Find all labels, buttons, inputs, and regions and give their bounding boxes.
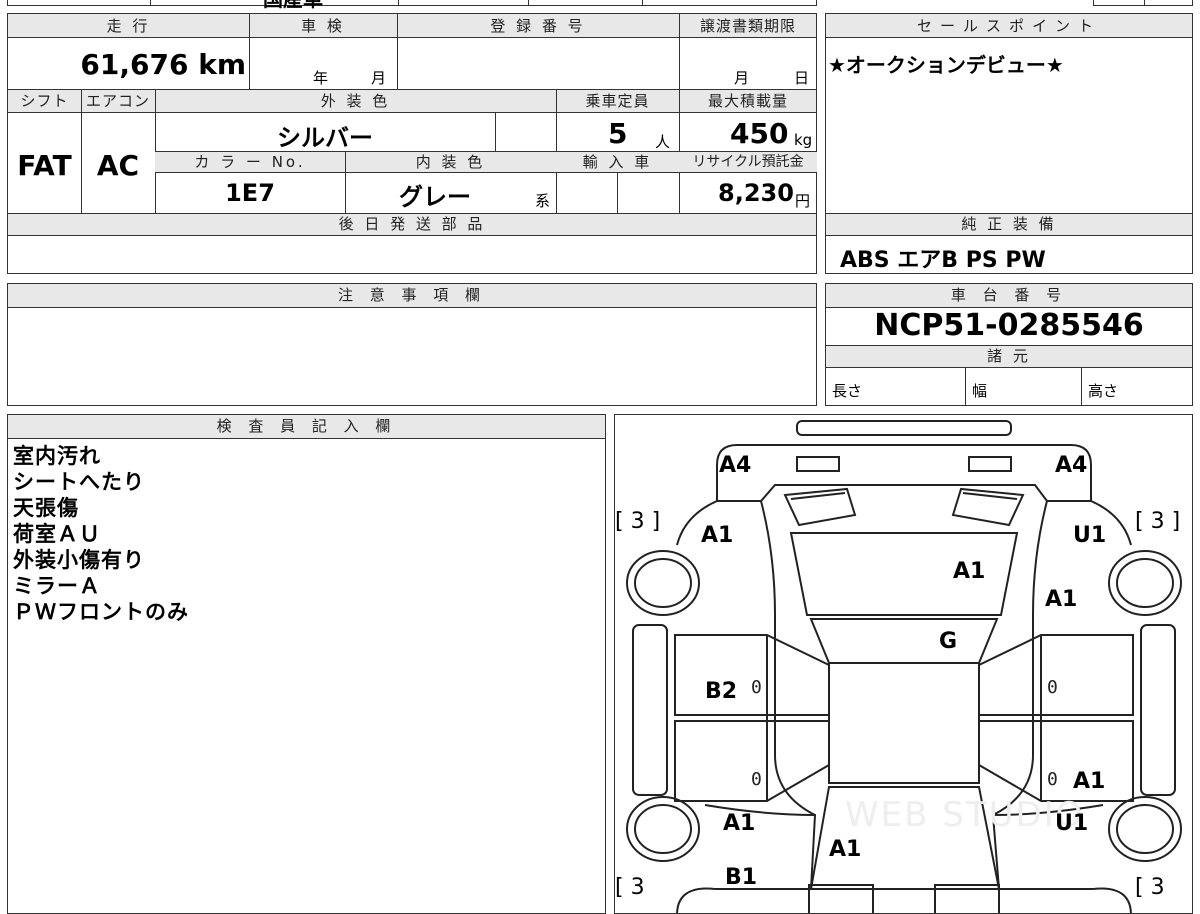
chassis-panel: 車 台 番 号 NCP51-0285546 諸 元 長さ 幅 高さ — [825, 283, 1193, 406]
mileage-value: 61,676 km — [80, 48, 246, 81]
inspection-month-label: 月 — [371, 69, 387, 87]
import-header: 輸 入 車 — [582, 153, 653, 171]
tread-left-front: [ 3 — [615, 875, 645, 900]
tread-left-rear: [ 3 ] — [615, 509, 661, 534]
mark-rear-left: A4 — [719, 453, 752, 478]
equipment-header: 純 正 装 備 — [961, 215, 1057, 233]
recycle-deposit-unit: 円 — [795, 192, 811, 210]
inspection-header: 車 検 — [301, 17, 345, 35]
notes-panel: 注 意 事 項 欄 — [7, 283, 817, 406]
registration-header: 登 録 番 号 — [490, 17, 586, 35]
inspector-header: 検 査 員 記 入 欄 — [8, 415, 605, 439]
top-right-stub — [1093, 0, 1193, 6]
sales-point-text: ★オークションデビュー★ — [828, 53, 1064, 77]
capacity-unit: 人 — [655, 133, 671, 151]
interior-color-value: グレー — [399, 183, 471, 211]
tread-right-front: [ 3 — [1135, 875, 1165, 900]
ac-header: エアコン — [85, 92, 150, 110]
mark-windshield: G — [939, 629, 958, 654]
tread-right-rear: [ 3 ] — [1135, 509, 1181, 534]
interior-color-suffix: 系 — [535, 192, 551, 210]
transfer-month-label: 月 — [734, 69, 750, 87]
ac-value: AC — [96, 149, 140, 182]
top-row-stub: 国産車 — [7, 0, 817, 11]
max-load-unit: kg — [794, 131, 813, 149]
height-label: 高さ — [1088, 382, 1119, 400]
transfer-day-label: 日 — [794, 69, 810, 87]
inspector-note: 荷室ＡＵ — [13, 522, 101, 546]
mark-hood: A1 — [829, 837, 862, 862]
door-zero-mark: 0 — [1047, 677, 1058, 698]
recycle-deposit-value: 8,230 — [718, 179, 794, 207]
mark-left-front-fender: A1 — [723, 811, 756, 836]
car-damage-diagram: WEB STUDIO A4 A4 A1 U1 A1 A1 G B2 A1 A1 … — [614, 414, 1193, 914]
mark-right-front-fender: U1 — [1055, 811, 1089, 836]
shift-header: シフト — [20, 92, 69, 110]
color-no-value: 1E7 — [225, 179, 275, 207]
later-parts-header: 後 日 発 送 部 品 — [338, 215, 486, 233]
max-load-value: 450 — [730, 117, 789, 150]
exterior-color-value: シルバー — [277, 124, 373, 152]
notes-header: 注 意 事 項 欄 — [8, 284, 816, 308]
top-row-partial-text: 国産車 — [263, 0, 323, 12]
equipment-text: ABS エアB PS PW — [840, 248, 1046, 273]
chassis-header: 車 台 番 号 — [826, 284, 1192, 308]
interior-color-header: 内 装 色 — [415, 153, 486, 171]
watermark: WEB STUDIO — [845, 795, 1085, 835]
sales-point-panel: セールスポイント ★オークションデビュー★ 純 正 装 備 ABS エアB PS… — [825, 13, 1193, 274]
mark-rear-right-quarter: U1 — [1073, 523, 1107, 548]
inspector-note: ミラーＡ — [13, 574, 101, 598]
inspector-note: 室内汚れ — [13, 444, 101, 468]
inspection-year-label: 年 — [313, 69, 329, 87]
mark-front-bumper: B1 — [725, 865, 758, 890]
mark-right-front-door: A1 — [1073, 769, 1106, 794]
mark-rear-left-quarter: A1 — [701, 523, 734, 548]
capacity-value: 5 — [608, 117, 628, 150]
inspector-note: シートへたり — [13, 470, 145, 494]
vehicle-info-table: 走 行 車 検 登 録 番 号 譲渡書類期限 61,676 km 年 月 月 日… — [7, 13, 817, 274]
inspector-note: 天張傷 — [13, 496, 79, 520]
capacity-header: 乗車定員 — [585, 92, 650, 110]
mileage-header: 走 行 — [106, 17, 151, 35]
inspector-note: ＰＷフロントのみ — [13, 600, 189, 624]
mark-right-rear-door: A1 — [1045, 587, 1078, 612]
chassis-number: NCP51-0285546 — [874, 308, 1144, 343]
sales-point-header: セールスポイント — [916, 17, 1101, 35]
recycle-deposit-header: リサイクル預託金 — [692, 154, 804, 170]
max-load-header: 最大積載量 — [707, 92, 788, 110]
color-no-header: カ ラ ー No. — [194, 153, 306, 171]
mark-rear-right: A4 — [1055, 453, 1088, 478]
door-zero-mark: 0 — [1047, 769, 1058, 790]
inspector-panel: 検 査 員 記 入 欄 室内汚れ シートへたり 天張傷 荷室ＡＵ 外装小傷有り … — [7, 414, 606, 914]
shift-value: FAT — [17, 149, 72, 182]
length-label: 長さ — [832, 382, 863, 400]
mark-left-rear-door: B2 — [705, 679, 738, 704]
door-zero-mark: 0 — [751, 677, 762, 698]
width-label: 幅 — [972, 382, 988, 400]
transfer-deadline-header: 譲渡書類期限 — [699, 17, 796, 35]
inspector-note: 外装小傷有り — [13, 548, 145, 572]
exterior-color-header: 外 装 色 — [320, 92, 391, 110]
door-zero-mark: 0 — [751, 769, 762, 790]
car-outline — [626, 420, 1182, 913]
mark-roof: A1 — [953, 559, 986, 584]
specs-header: 諸 元 — [987, 347, 1031, 365]
